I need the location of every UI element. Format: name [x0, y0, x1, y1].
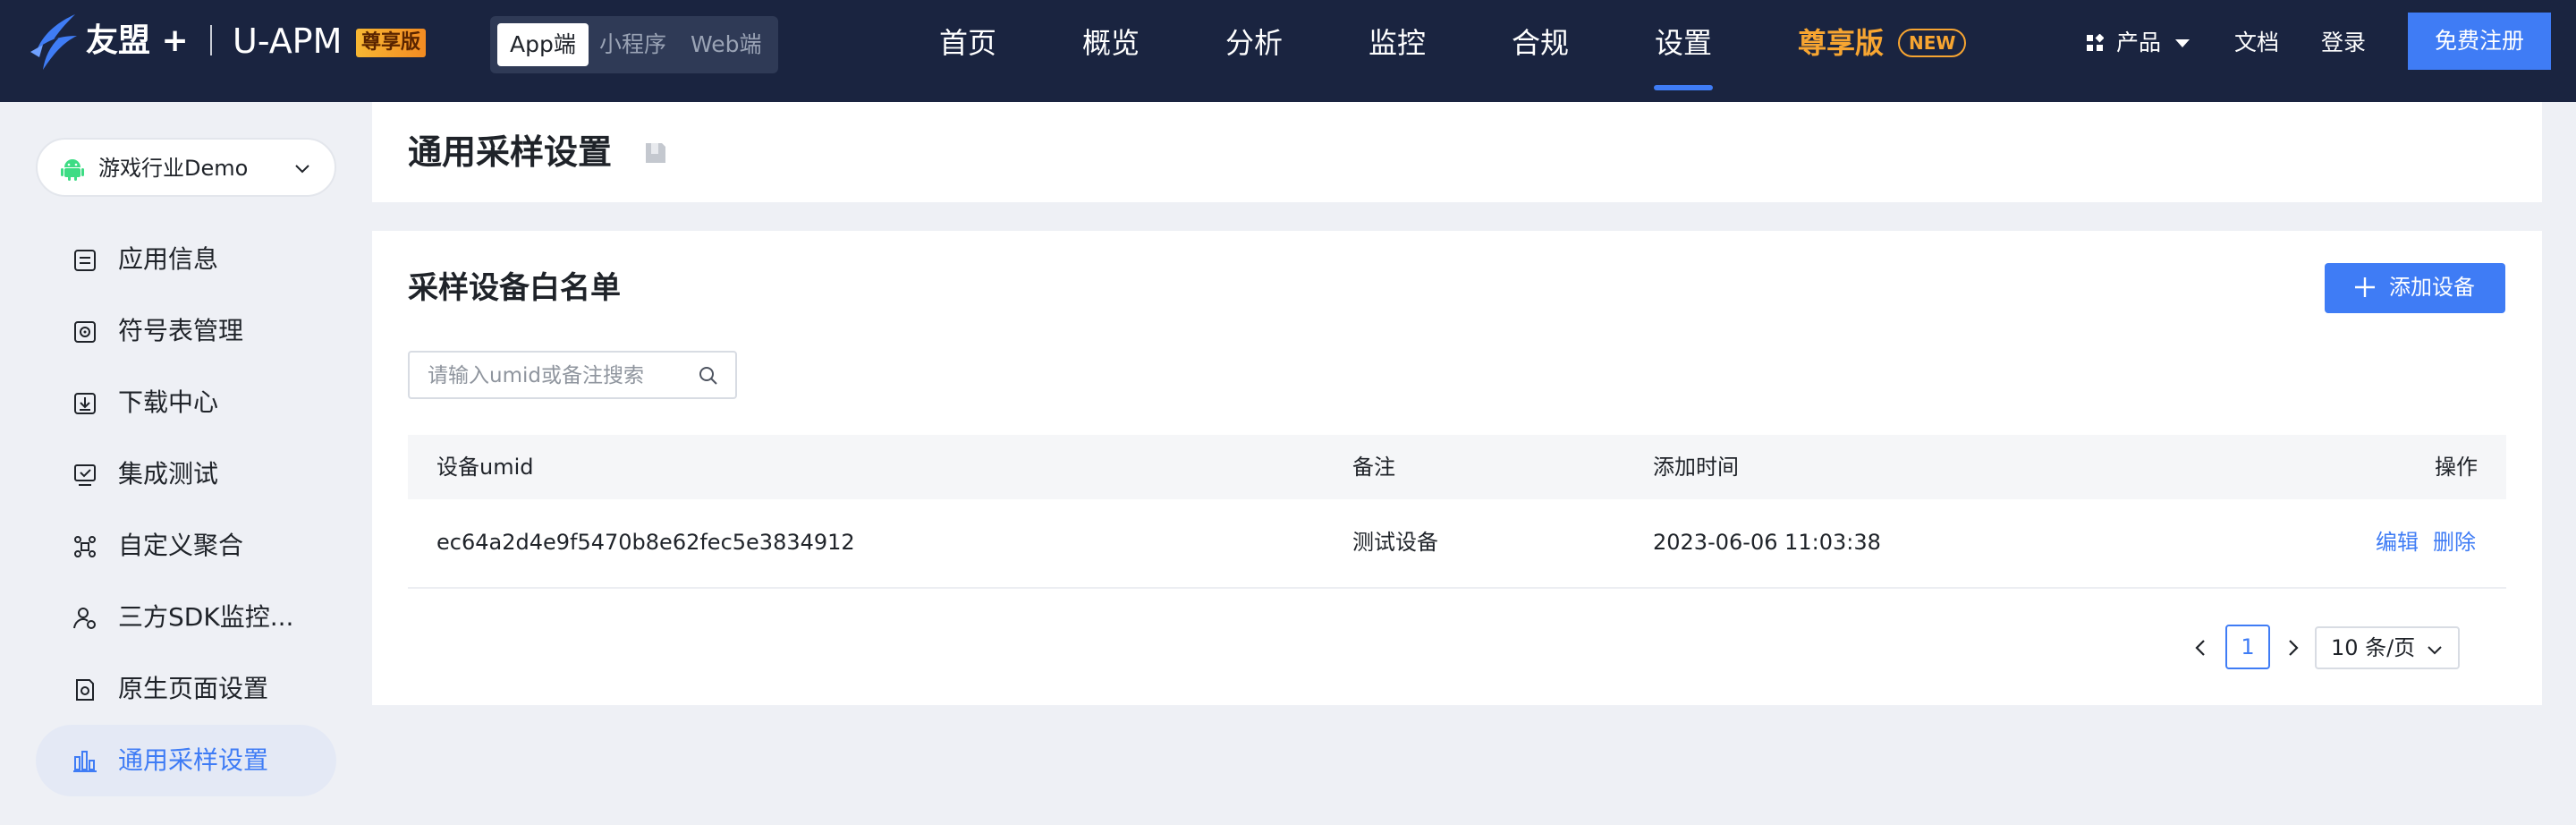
chevron-left-icon[interactable]	[2190, 637, 2211, 659]
search-input[interactable]	[428, 360, 696, 392]
sidebar-item-third-party-sdk[interactable]: 三方SDK监控...	[36, 582, 336, 653]
whitelist-card: 采样设备白名单 添加设备 设备umid 备注 添加时间 操作 ec64a2d4e…	[372, 231, 2542, 705]
device-note: 测试设备	[1352, 530, 1438, 555]
table-header: 设备umid 备注 添加时间 操作	[408, 435, 2506, 499]
plus-icon	[2355, 277, 2375, 297]
sidebar-item-label: 集成测试	[118, 459, 219, 489]
column-header-umid: 设备umid	[436, 455, 534, 480]
sidebar-item-label: 下载中心	[118, 387, 219, 417]
sidebar-item-sampling-settings[interactable]: 通用采样设置	[36, 725, 336, 796]
sidebar-item-download-center[interactable]: 下载中心	[36, 367, 336, 438]
nav-active-indicator	[1654, 85, 1713, 90]
native-page-icon	[76, 679, 94, 701]
pagination-current-page[interactable]: 1	[2225, 625, 2270, 669]
chevron-down-icon	[295, 165, 309, 174]
products-caret-icon[interactable]	[2175, 39, 2190, 47]
app-info-icon	[74, 250, 96, 271]
sidebar-item-integration-test[interactable]: 集成测试	[36, 438, 336, 510]
column-header-time: 添加时间	[1653, 455, 1739, 480]
sidebar-item-label: 符号表管理	[118, 316, 244, 345]
products-menu[interactable]: 产品	[2116, 27, 2161, 59]
custom-aggregate-icon	[74, 536, 96, 557]
nav-monitor[interactable]: 监控	[1368, 23, 1426, 63]
document-icon[interactable]	[642, 140, 669, 166]
search-icon[interactable]	[698, 365, 719, 387]
nav-home[interactable]: 首页	[939, 23, 996, 63]
sidebar-item-custom-aggregate[interactable]: 自定义聚合	[36, 510, 336, 582]
sidebar-item-label: 通用采样设置	[118, 745, 269, 775]
section-title: 采样设备白名单	[408, 270, 621, 306]
column-header-actions: 操作	[2435, 455, 2478, 480]
brand-divider	[210, 25, 212, 55]
nav-compliance[interactable]: 合规	[1512, 23, 1569, 63]
page-size-select[interactable]: 10 条/页	[2315, 626, 2460, 669]
sidebar-item-symbol-table[interactable]: 符号表管理	[36, 295, 336, 367]
signup-button[interactable]: 免费注册	[2408, 13, 2551, 70]
product-grid-icon[interactable]	[2086, 34, 2104, 52]
chevron-right-icon[interactable]	[2283, 637, 2304, 659]
symbol-table-icon	[74, 321, 96, 343]
nav-settings[interactable]: 设置	[1655, 23, 1712, 63]
add-device-button[interactable]: 添加设备	[2325, 263, 2505, 313]
sampling-icon	[73, 751, 97, 772]
platform-tab-web[interactable]: Web端	[691, 23, 762, 66]
new-badge: NEW	[1898, 29, 1967, 57]
app-selector-label: 游戏行业Demo	[98, 156, 249, 181]
nav-overview[interactable]: 概览	[1082, 23, 1140, 63]
integration-test-icon	[74, 464, 96, 486]
search-box	[408, 351, 737, 399]
umeng-logo-icon	[30, 14, 77, 70]
vip-edition-badge: 尊享版	[356, 29, 427, 57]
top-nav: 友盟 + U-APM 尊享版 App端 小程序 Web端 首页 概览 分析 监控…	[0, 0, 2576, 102]
page-size-label: 10 条/页	[2331, 635, 2416, 660]
product-name[interactable]: U-APM	[233, 20, 342, 63]
platform-tab-miniprogram[interactable]: 小程序	[599, 23, 666, 66]
third-party-sdk-icon	[73, 608, 96, 629]
sidebar-item-native-page[interactable]: 原生页面设置	[36, 653, 336, 725]
sidebar-item-app-info[interactable]: 应用信息	[36, 224, 336, 295]
sidebar-item-label: 原生页面设置	[118, 674, 269, 703]
docs-link[interactable]: 文档	[2234, 27, 2279, 59]
device-umid: ec64a2d4e9f5470b8e62fec5e3834912	[436, 530, 855, 555]
add-device-label: 添加设备	[2389, 276, 2475, 300]
platform-switch: App端 小程序 Web端	[490, 16, 778, 73]
page-title: 通用采样设置	[408, 132, 613, 172]
platform-tab-app[interactable]: App端	[497, 23, 589, 66]
sidebar-item-label: 应用信息	[118, 244, 219, 274]
login-link[interactable]: 登录	[2321, 27, 2366, 59]
edit-link[interactable]: 编辑	[2376, 528, 2419, 557]
page-header-card: 通用采样设置	[372, 102, 2542, 202]
sidebar-item-label: 自定义聚合	[118, 531, 244, 560]
table-row: ec64a2d4e9f5470b8e62fec5e3834912 测试设备 20…	[408, 499, 2506, 589]
nav-vip[interactable]: 尊享版	[1798, 23, 1884, 63]
app-selector[interactable]: 游戏行业Demo	[36, 138, 336, 197]
android-icon	[61, 159, 84, 181]
nav-analysis[interactable]: 分析	[1225, 23, 1283, 63]
chevron-down-icon	[2428, 646, 2442, 655]
sidebar-item-label: 三方SDK监控...	[118, 602, 294, 632]
download-icon	[74, 393, 96, 414]
device-added-time: 2023-06-06 11:03:38	[1653, 530, 1881, 555]
delete-link[interactable]: 删除	[2433, 528, 2476, 557]
column-header-note: 备注	[1352, 455, 1395, 480]
brand-name[interactable]: 友盟 +	[86, 21, 189, 61]
